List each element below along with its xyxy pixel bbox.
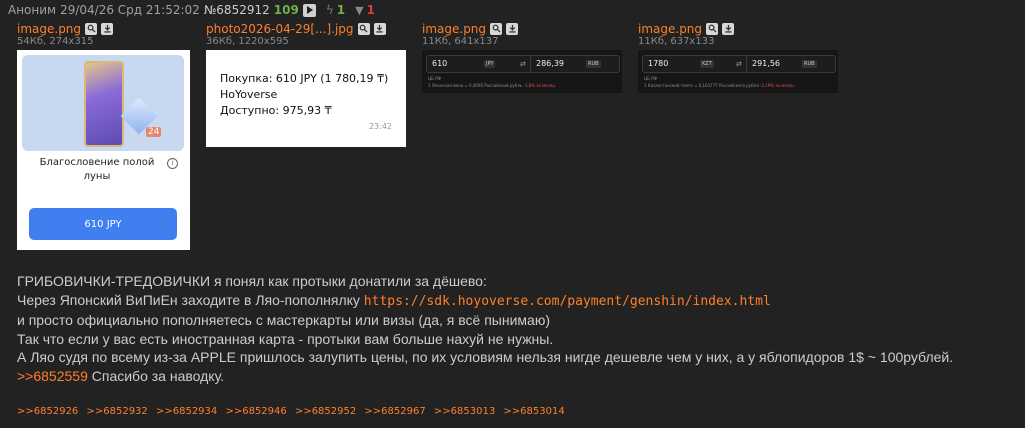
- item-artwork: 24: [22, 55, 184, 151]
- like-count: 1: [336, 3, 346, 17]
- rate-source: ЦБ РФ: [428, 76, 441, 81]
- post-line-4: Так что если у вас есть иностранная карт…: [17, 330, 554, 347]
- lightning-icon: ϟ: [325, 3, 334, 17]
- search-icon[interactable]: [490, 22, 503, 35]
- amount-value: 1780: [648, 59, 669, 68]
- reply-link[interactable]: >>6852967: [364, 406, 425, 417]
- from-currency: KZT: [700, 60, 714, 68]
- quote-link[interactable]: >>6852559: [17, 368, 88, 384]
- download-icon[interactable]: [506, 22, 519, 35]
- rate-change: -2,19% за месяц: [759, 83, 794, 88]
- swap-icon: ⇄: [736, 60, 742, 68]
- download-icon[interactable]: [101, 22, 114, 35]
- download-icon[interactable]: [722, 22, 735, 35]
- dislike-count: 1: [366, 3, 375, 17]
- thumbs-down-icon: ▼: [355, 3, 364, 17]
- reply-link[interactable]: >>6852926: [17, 406, 78, 417]
- to-currency: RUB: [586, 60, 601, 68]
- search-icon[interactable]: [85, 22, 98, 35]
- search-icon[interactable]: [706, 22, 719, 35]
- post-number-link[interactable]: №6852912: [204, 3, 270, 17]
- file-4-name[interactable]: image.png: [638, 22, 702, 36]
- item-badge: 24: [146, 127, 162, 137]
- payment-link[interactable]: https://sdk.hoyoverse.com/payment/genshi…: [364, 294, 771, 309]
- price-button: 610 JPY: [29, 208, 177, 240]
- post-line-6: >>6852559 Спасибо за наводку.: [17, 367, 1022, 386]
- rate-source: ЦБ РФ: [644, 76, 657, 81]
- thumbnail-2[interactable]: Покупка: 610 JPY (1 780,19 ₸) HoYoverse …: [206, 50, 406, 147]
- reply-link[interactable]: >>6852932: [86, 406, 147, 417]
- replies-list: >>6852926 >>6852932 >>6852934 >>6852946 …: [17, 406, 570, 417]
- file-3-name[interactable]: image.png: [422, 22, 486, 36]
- balance-line: Доступно: 975,93 ₸: [220, 104, 332, 117]
- play-icon[interactable]: [302, 3, 316, 17]
- reply-link[interactable]: >>6852952: [295, 406, 356, 417]
- file-1-name[interactable]: image.png: [17, 22, 81, 36]
- message-time: 23:42: [368, 122, 392, 131]
- file-1-meta: 54Кб, 274x315: [17, 36, 94, 47]
- search-icon[interactable]: [357, 22, 370, 35]
- rate-line: 1 Японская йена = 0,4695 Российский рубл…: [428, 83, 523, 88]
- result-value: 286,39: [536, 59, 564, 68]
- result-value: 291,56: [752, 59, 780, 68]
- file-4: image.png 11Кб, 637x133: [638, 21, 735, 49]
- character-card-image: [84, 61, 124, 147]
- poster-name: Аноним: [8, 3, 57, 17]
- thumbnail-1[interactable]: 24 Благословение полой луны i 610 JPY: [17, 50, 190, 250]
- item-title: Благословение полой луны: [39, 157, 155, 182]
- post-line-2: Через Японский ВиПиЕн заходите в Ляо-поп…: [17, 291, 1022, 312]
- dislike-button[interactable]: ▼ 1: [355, 3, 375, 17]
- post-header: Аноним 29/04/26 Срд 21:52:02 №6852912 10…: [8, 2, 375, 18]
- merchant-line: HoYoverse: [220, 88, 278, 101]
- thumbnail-3[interactable]: 610 JPY ⇄ 286,39 RUB ЦБ РФ 1 Японская йе…: [422, 50, 622, 93]
- thumbnail-4[interactable]: 1780 KZT ⇄ 291,56 RUB ЦБ РФ 1 Казахстанс…: [638, 50, 838, 93]
- reply-link[interactable]: >>6852934: [156, 406, 217, 417]
- info-icon: i: [167, 158, 178, 169]
- file-1: image.png 54Кб, 274x315: [17, 21, 114, 49]
- post-line-3: и просто официально пополняетесь с масте…: [17, 312, 550, 329]
- rate-line: 1 Казахстанский тенге = 0,163777 Российс…: [644, 83, 759, 88]
- reply-link[interactable]: >>6853013: [434, 406, 495, 417]
- amount-value: 610: [432, 59, 448, 68]
- purchase-line: Покупка: 610 JPY (1 780,19 ₸): [220, 72, 389, 85]
- file-3: image.png 11Кб, 641x137: [422, 21, 519, 49]
- rate-change: -1,6% за месяц: [523, 83, 555, 88]
- swap-icon: ⇄: [520, 60, 526, 68]
- file-3-meta: 11Кб, 641x137: [422, 36, 499, 47]
- download-icon[interactable]: [373, 22, 386, 35]
- post-body: ГРИБОВИЧКИ-ТРЕДОВИЧКИ я понял как протык…: [17, 272, 1022, 386]
- from-currency: JPY: [484, 60, 496, 68]
- file-4-meta: 11Кб, 637x133: [638, 36, 715, 47]
- file-2-meta: 36Кб, 1220x595: [206, 36, 289, 47]
- post-line-2-text: Через Японский ВиПиЕн заходите в Ляо-поп…: [17, 291, 364, 308]
- reply-link[interactable]: >>6852946: [225, 406, 286, 417]
- post-counter: 109: [273, 3, 299, 17]
- file-2: photo2026-04-29[...].jpg 36Кб, 1220x595: [206, 21, 386, 49]
- post-date: 29/04/26 Срд 21:52:02: [60, 3, 200, 17]
- post: Аноним 29/04/26 Срд 21:52:02 №6852912 10…: [0, 0, 1025, 428]
- post-line-6-text: Спасибо за наводку.: [87, 367, 225, 384]
- post-line-1: ГРИБОВИЧКИ-ТРЕДОВИЧКИ я понял как протык…: [17, 273, 487, 289]
- reply-link[interactable]: >>6853014: [503, 406, 564, 417]
- to-currency: RUB: [802, 60, 817, 68]
- like-button[interactable]: ϟ 1: [326, 3, 345, 17]
- file-2-name[interactable]: photo2026-04-29[...].jpg: [206, 22, 354, 36]
- post-line-5: А Ляо судя по всему из-за APPLE пришлось…: [17, 349, 954, 366]
